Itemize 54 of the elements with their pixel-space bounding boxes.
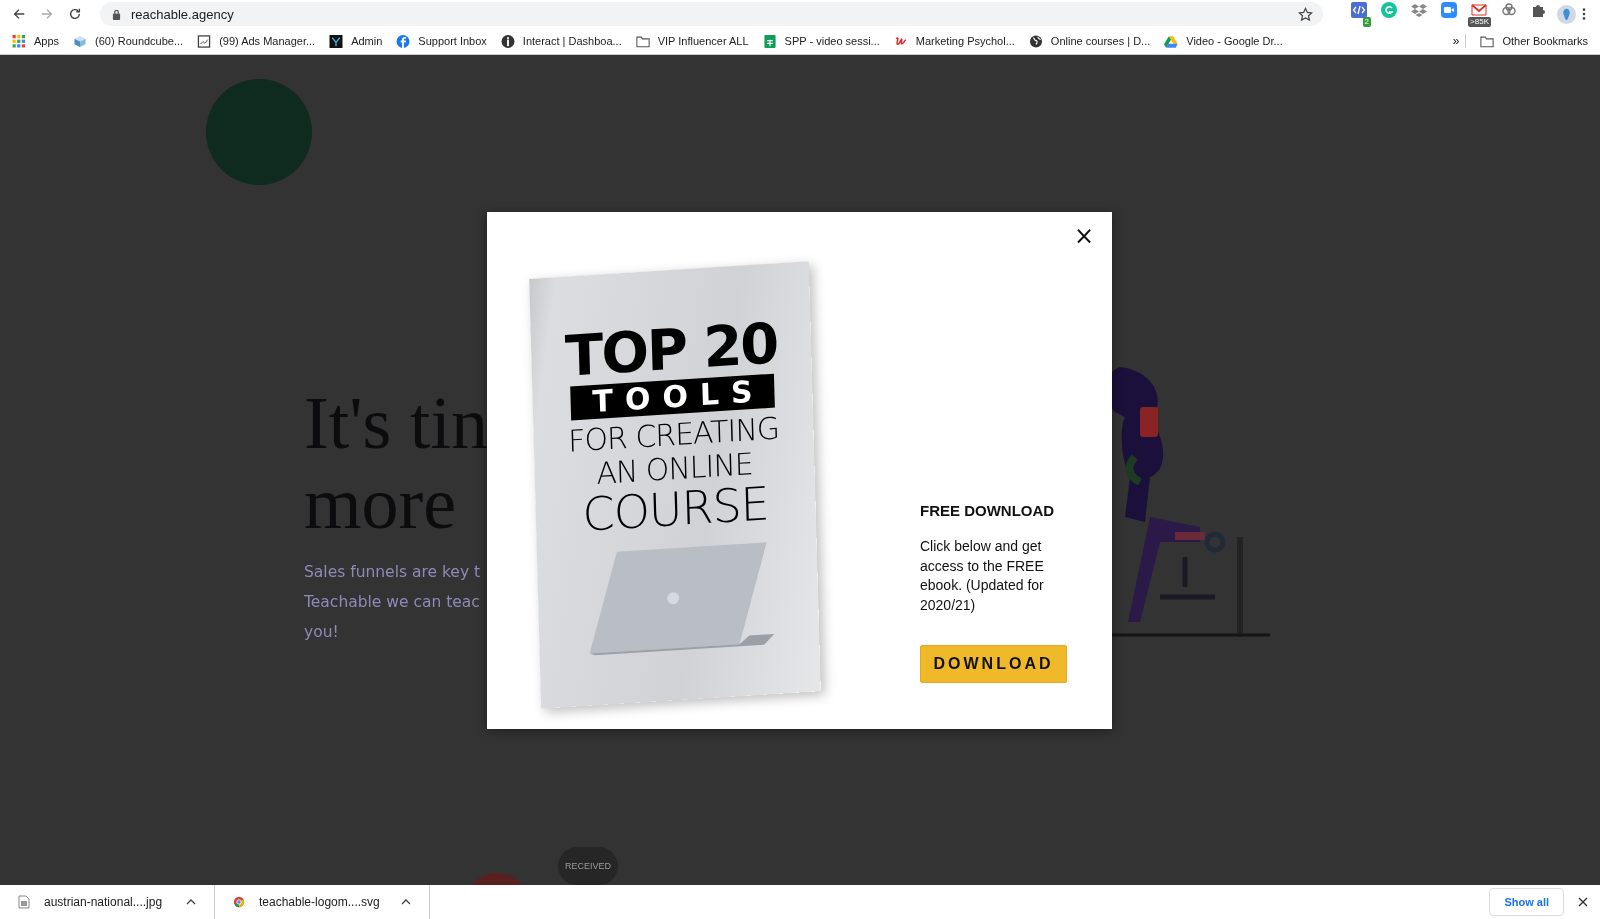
dialog-text: Click below and get access to the FREE ebook. (Updated for 2020/21) [920, 537, 1045, 615]
letter-f-icon [396, 34, 411, 48]
more-bookmarks-button[interactable]: » [1452, 34, 1467, 48]
bookmark-item[interactable]: SPP - video sessi... [762, 34, 880, 48]
extension-badge: >85K [1468, 17, 1491, 27]
paragraph-line: Teachable we can teac [304, 592, 481, 613]
url-text: reachable.agency [131, 6, 235, 22]
download-filename[interactable]: teachable-logom....svg [259, 895, 387, 909]
other-bookmarks-item[interactable]: Other Bookmarks [1480, 34, 1600, 48]
puzzle-icon [1531, 2, 1547, 18]
folder-icon [635, 34, 650, 48]
spreadsheet-icon [762, 34, 777, 48]
lock-icon [112, 8, 121, 20]
close-icon[interactable] [1578, 897, 1588, 907]
back-icon[interactable] [12, 7, 26, 21]
box-icon [1411, 2, 1427, 18]
show-all-button[interactable]: Show all [1489, 888, 1564, 916]
info-icon [500, 34, 515, 48]
dialog-title: FREE DOWNLOAD [920, 502, 1056, 519]
star-icon[interactable] [1298, 6, 1313, 22]
address-bar[interactable]: reachable.agency [100, 2, 1323, 26]
file-icon [18, 895, 30, 909]
bookmark-item[interactable]: Support Inbox [396, 34, 487, 48]
received-pill: RECEIVED [558, 847, 618, 885]
extension-badge: 2 [1362, 17, 1371, 27]
bookmark-item[interactable]: VIP Influencer ALL [635, 34, 749, 48]
bookmark-item[interactable]: (99) Ads Manager... [197, 34, 316, 48]
extension-button[interactable]: >85K [1467, 1, 1491, 27]
cube-icon [73, 34, 88, 48]
rings-icon [1501, 2, 1517, 18]
globe-icon [1028, 34, 1043, 48]
bookmark-item[interactable]: Marketing Psychol... [893, 34, 1015, 48]
paragraph-line: you! [304, 622, 340, 643]
bookmark-item[interactable]: Admin [329, 34, 383, 48]
letter-u-icon [893, 34, 908, 48]
download-filename[interactable]: austrian-national....jpg [44, 895, 172, 909]
bookmark-item[interactable]: Online courses | D... [1028, 34, 1151, 48]
download-button[interactable]: DOWNLOAD [920, 645, 1067, 683]
bookmark-item[interactable]: Apps [12, 34, 60, 48]
avatar-icon[interactable] [1557, 4, 1576, 24]
grid-icon [12, 34, 26, 48]
bookmark-item[interactable]: Video - Google Dr... [1164, 34, 1283, 48]
chart-icon [197, 34, 212, 48]
menu-icon[interactable] [1582, 7, 1586, 21]
folder-icon [1480, 34, 1495, 48]
caret-icon[interactable] [186, 899, 196, 905]
chrome-icon [233, 895, 245, 909]
triangle-icon [1164, 34, 1179, 48]
bookmark-item[interactable]: (60) Roundcube... [73, 34, 184, 48]
reload-icon[interactable] [68, 7, 82, 21]
close-button[interactable]: × [1069, 224, 1098, 248]
bookmark-item[interactable]: Interact | Dashboa... [500, 34, 622, 48]
paragraph-line: Sales funnels are key t [304, 562, 482, 583]
caret-icon[interactable] [401, 899, 411, 905]
